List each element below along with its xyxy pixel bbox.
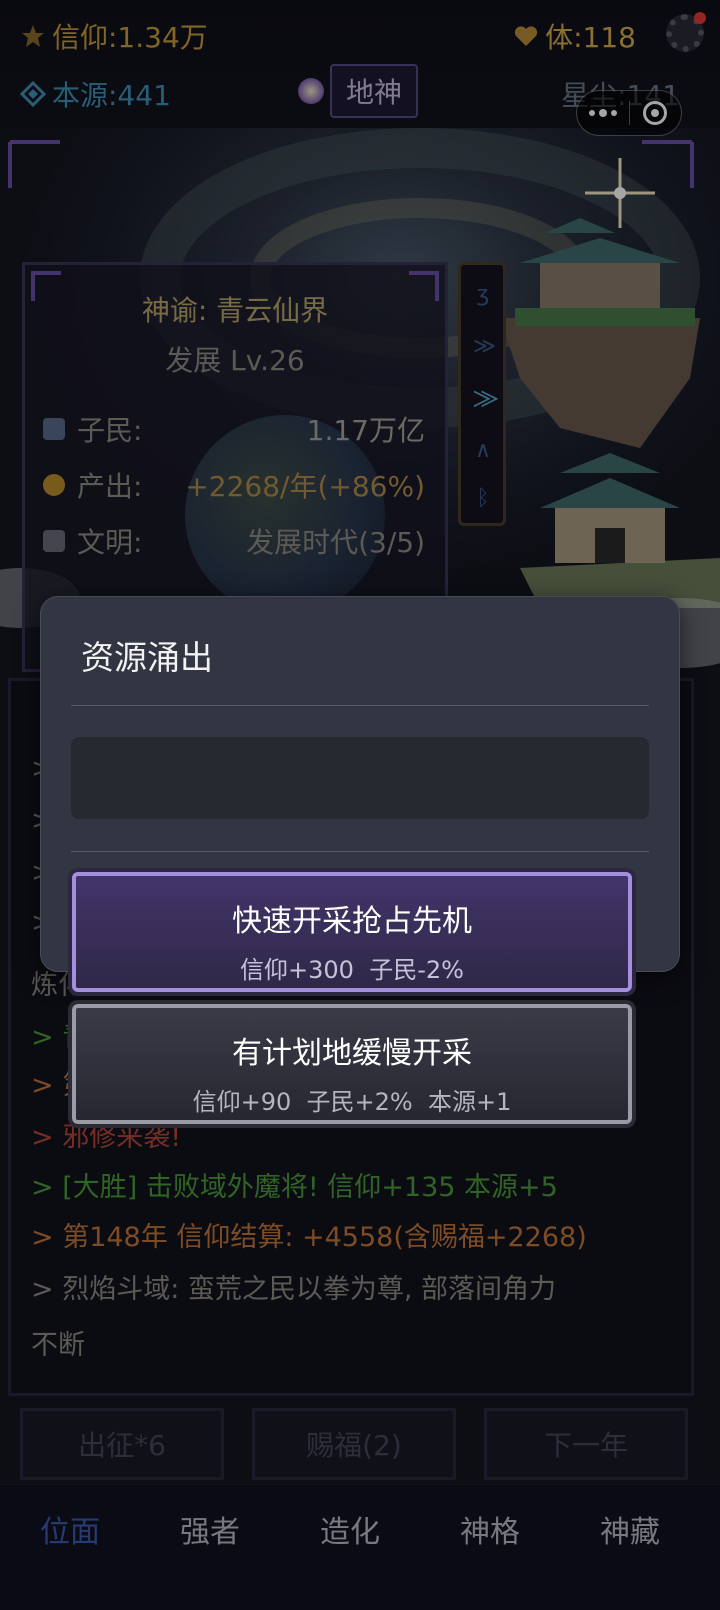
slow-mining-choice-button[interactable]: 有计划地缓慢开采 信仰+90 子民+2% 本源+1 bbox=[72, 1004, 632, 1124]
dialog-message-box bbox=[71, 737, 649, 819]
dialog-divider bbox=[71, 851, 649, 852]
dialog-divider bbox=[71, 705, 649, 706]
quick-mining-choice-button[interactable]: 快速开采抢占先机 信仰+300 子民-2% bbox=[72, 872, 632, 992]
choice-effects: 信仰+300 子民-2% bbox=[240, 956, 464, 984]
choice-effects: 信仰+90 子民+2% 本源+1 bbox=[192, 1088, 512, 1116]
choice-label: 有计划地缓慢开采 bbox=[232, 1036, 472, 1071]
choice-label: 快速开采抢占先机 bbox=[232, 904, 472, 939]
dialog-title: 资源涌出 bbox=[81, 638, 213, 677]
